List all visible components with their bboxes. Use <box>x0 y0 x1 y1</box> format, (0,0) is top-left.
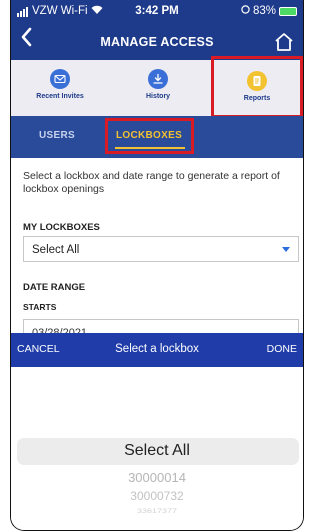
tab-history[interactable]: History <box>109 60 207 116</box>
picker-option[interactable]: 33617377 <box>11 508 303 515</box>
picker-done-button[interactable]: DONE <box>267 343 297 355</box>
battery-icon <box>279 6 297 16</box>
segment-lockboxes-label: LOCKBOXES <box>116 130 183 141</box>
document-icon <box>247 71 267 91</box>
segment-active-indicator <box>115 147 185 149</box>
top-bar: VZW Wi-Fi 3:42 PM 83% MANAGE ACCESS <box>11 0 303 60</box>
tab-history-label: History <box>145 93 171 100</box>
picker-toolbar: CANCEL Select a lockbox DONE <box>11 333 303 367</box>
status-bar: VZW Wi-Fi 3:42 PM 83% <box>11 0 303 24</box>
picker-option[interactable]: 30000014 <box>11 470 303 485</box>
date-range-label: DATE RANGE <box>23 282 86 293</box>
feature-tabs: Recent Invites History Reports <box>11 56 303 118</box>
phone-screen: VZW Wi-Fi 3:42 PM 83% MANAGE ACCESS Rece… <box>10 0 304 531</box>
home-icon[interactable] <box>273 31 295 53</box>
picker-option[interactable]: 30000732 <box>11 489 303 503</box>
tab-reports[interactable]: Reports <box>211 56 303 118</box>
tab-recent-invites-label: Recent Invites <box>36 93 84 100</box>
caret-down-icon <box>282 247 290 252</box>
starts-label: STARTS <box>23 302 57 312</box>
picker-title: Select a lockbox <box>115 343 199 355</box>
lockbox-select[interactable]: Select All <box>23 236 299 262</box>
alarm-icon <box>241 5 250 17</box>
report-form: Select a lockbox and date range to gener… <box>11 158 303 343</box>
tab-recent-invites[interactable]: Recent Invites <box>11 60 109 116</box>
lockbox-select-value: Select All <box>32 244 80 256</box>
page-title: MANAGE ACCESS <box>100 35 214 49</box>
my-lockboxes-label: MY LOCKBOXES <box>23 222 100 233</box>
segment-users[interactable]: USERS <box>39 130 75 141</box>
nav-bar: MANAGE ACCESS <box>11 24 303 60</box>
lockbox-picker-wheel[interactable]: Select All 30000014 30000732 33617377 <box>11 367 303 530</box>
picker-option-selected[interactable]: Select All <box>11 442 303 460</box>
segment-bar: USERS LOCKBOXES <box>11 116 303 158</box>
form-description: Select a lockbox and date range to gener… <box>23 170 280 195</box>
download-icon <box>148 69 168 89</box>
envelope-icon <box>50 69 70 89</box>
tab-reports-label: Reports <box>243 95 271 102</box>
battery-percent: 83% <box>252 5 276 17</box>
